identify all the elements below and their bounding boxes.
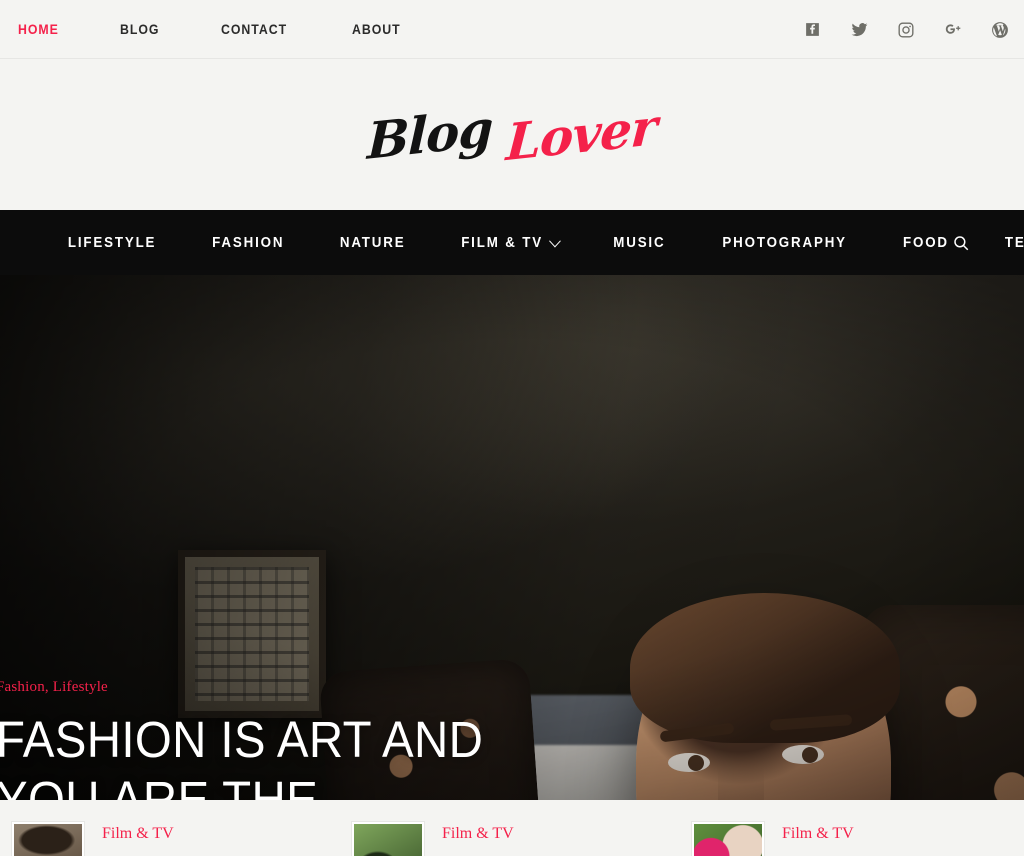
post-card[interactable]: Film & TV (0, 822, 340, 856)
nav-item-label: MUSIC (613, 234, 666, 251)
post-category[interactable]: Film & TV (782, 822, 854, 843)
nav-item-label: FILM & TV (461, 234, 543, 251)
nav-item-label: PHOTOGRAPHY (721, 234, 847, 251)
nav-item-music[interactable]: MUSIC (613, 235, 665, 251)
hero-categories[interactable]: Fashion, Lifestyle (0, 679, 560, 696)
nav-item-label: LIFESTYLE (67, 234, 157, 251)
nav-item-food[interactable]: FOOD (903, 235, 949, 251)
nav-item-technology[interactable]: TECHNOLOGY (1005, 235, 1024, 251)
search-icon[interactable] (950, 232, 972, 254)
logo-word-blog: Blog (366, 97, 494, 171)
post-cards-strip: Film & TV Film & TV Film & TV (0, 800, 1024, 856)
topnav-item-contact[interactable]: CONTACT (221, 21, 287, 37)
nav-item-label: FOOD (902, 234, 949, 251)
wordpress-icon[interactable] (990, 20, 1010, 40)
topnav-item-blog[interactable]: BLOG (120, 21, 159, 37)
site-logo[interactable]: Blog Lover (366, 96, 659, 172)
social-links (802, 0, 1010, 59)
topnav-item-about[interactable]: ABOUT (352, 21, 401, 37)
post-thumbnail (12, 822, 84, 856)
logo-word-lover: Lover (504, 96, 659, 172)
nav-item-fashion[interactable]: FASHION (212, 235, 284, 251)
post-card[interactable]: Film & TV (340, 822, 680, 856)
post-card[interactable]: Film & TV (680, 822, 1020, 856)
nav-item-label: NATURE (339, 234, 406, 251)
post-thumbnail (352, 822, 424, 856)
nav-item-photography[interactable]: PHOTOGRAPHY (722, 235, 847, 251)
chevron-down-icon (548, 234, 561, 248)
post-category[interactable]: Film & TV (442, 822, 514, 843)
instagram-icon[interactable] (896, 20, 916, 40)
main-navigation: LIFESTYLE FASHION NATURE FILM & TV MUSIC… (0, 210, 1024, 275)
topnav-item-home[interactable]: HOME (18, 21, 59, 37)
twitter-icon[interactable] (849, 20, 869, 40)
hero-featured-post: Fashion, Lifestyle FASHION IS ART AND YO… (0, 275, 1024, 800)
top-bar: HOME BLOG CONTACT ABOUT (0, 0, 1024, 59)
hero-title[interactable]: FASHION IS ART AND YOU ARE THE CANVAS (0, 710, 521, 800)
nav-item-lifestyle[interactable]: LIFESTYLE (68, 235, 156, 251)
nav-item-nature[interactable]: NATURE (339, 235, 405, 251)
nav-item-label: TECHNOLOGY (1004, 234, 1024, 251)
post-thumbnail (692, 822, 764, 856)
site-logo-area: Blog Lover (0, 59, 1024, 210)
post-category[interactable]: Film & TV (102, 822, 174, 843)
facebook-icon[interactable] (802, 20, 822, 40)
hero-content: Fashion, Lifestyle FASHION IS ART AND YO… (0, 275, 560, 800)
nav-item-label: FASHION (212, 234, 285, 251)
top-navigation: HOME BLOG CONTACT ABOUT (0, 21, 464, 37)
nav-item-film-and-tv[interactable]: FILM & TV (461, 234, 561, 251)
google-plus-icon[interactable] (943, 20, 963, 40)
